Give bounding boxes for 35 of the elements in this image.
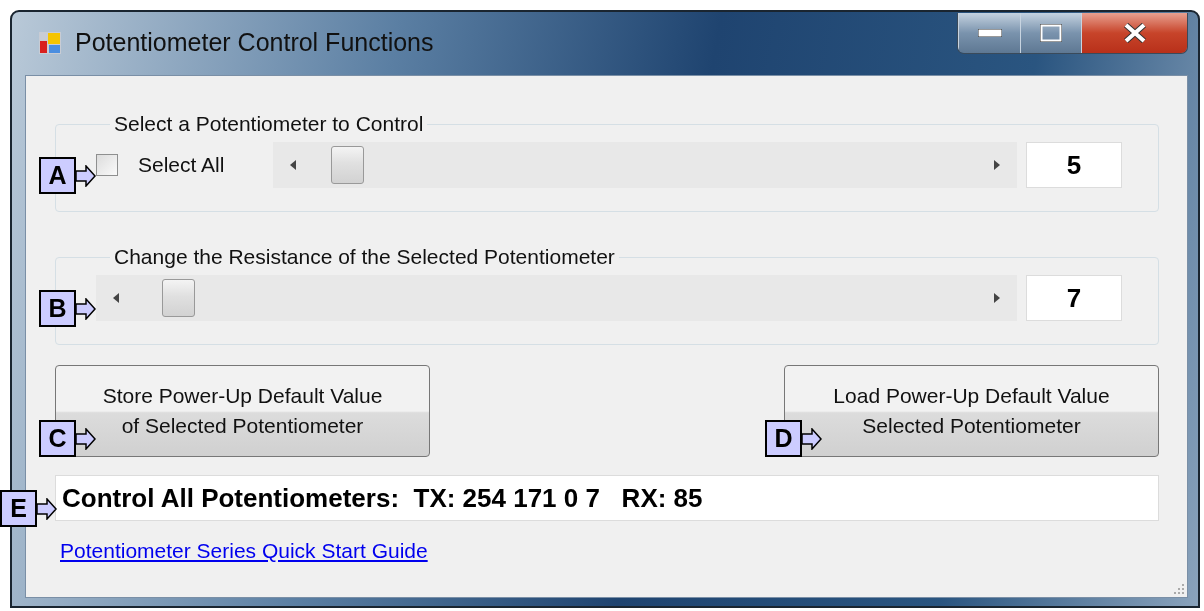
- scrollbar[interactable]: [96, 275, 1017, 321]
- right-arrow-icon: [994, 160, 1000, 170]
- group-label: Select a Potentiometer to Control: [113, 112, 425, 136]
- callout-label: A: [39, 157, 76, 194]
- callout-label: C: [39, 420, 76, 457]
- left-arrow-icon: [113, 293, 119, 303]
- callout-label: B: [39, 290, 76, 327]
- maximize-button[interactable]: [1020, 13, 1081, 53]
- arrow-icon: [37, 497, 57, 520]
- quick-start-link[interactable]: Potentiometer Series Quick Start Guide: [60, 539, 428, 563]
- select-all-checkbox[interactable]: [96, 154, 118, 176]
- value-field: 5: [1026, 142, 1122, 188]
- arrow-icon: [802, 427, 822, 450]
- arrow-icon: [76, 164, 96, 187]
- scrollbar[interactable]: [273, 142, 1017, 188]
- right-arrow-icon: [994, 293, 1000, 303]
- callout-label: E: [0, 490, 37, 527]
- scroll-thumb[interactable]: [162, 279, 196, 317]
- group-label: Change the Resistance of the Selected Potentiometer: [113, 245, 616, 269]
- maximize-icon: [1040, 24, 1062, 42]
- value-field: 7: [1026, 275, 1122, 321]
- minimize-icon: [977, 29, 1002, 37]
- minimize-button[interactable]: [958, 13, 1020, 53]
- scroll-thumb[interactable]: [331, 146, 365, 184]
- checkbox-label: Select All: [138, 153, 225, 177]
- left-arrow-icon: [290, 160, 297, 170]
- arrow-icon: [76, 427, 96, 450]
- close-button[interactable]: [1081, 13, 1187, 53]
- status-field: Control All Potentiometers: TX: 254 171 0 7 RX: 85: [55, 475, 1159, 521]
- close-icon: [1122, 23, 1147, 43]
- resize-grip-icon: [1173, 583, 1185, 595]
- arrow-icon: [76, 297, 96, 320]
- app-icon: [39, 31, 61, 54]
- callout-label: D: [765, 420, 802, 457]
- window-title: Potentiometer Control Functions: [75, 28, 434, 57]
